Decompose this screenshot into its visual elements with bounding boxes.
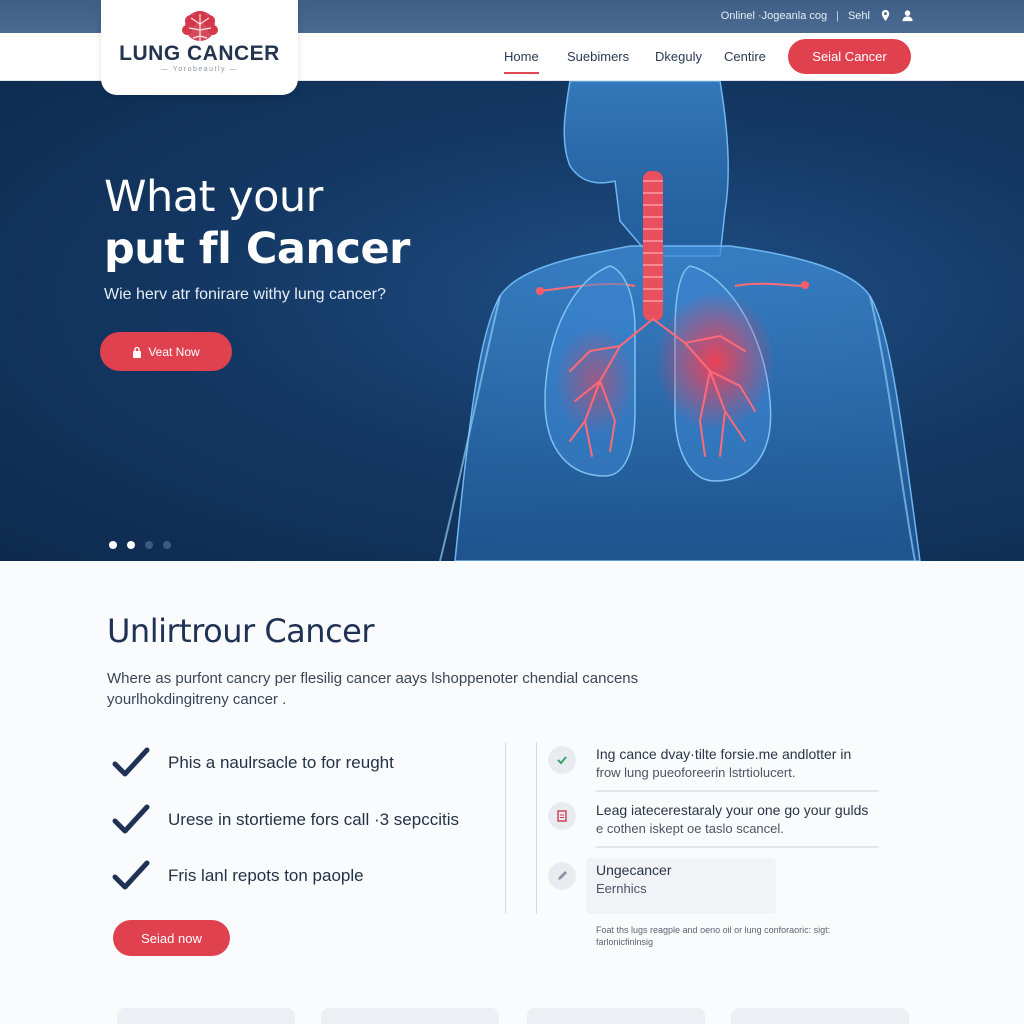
logo-card[interactable]: LUNG CANCER — Yorobeautly —	[101, 0, 298, 95]
section-description: Where as purfont cancry per flesilig can…	[107, 670, 639, 708]
bottom-card[interactable]	[527, 1008, 705, 1024]
feature-subtitle: e cothen iskept oe taslo scancel.	[596, 821, 784, 836]
hero-title-line2: put fl Cancer	[104, 224, 410, 274]
checkmark-icon	[112, 860, 150, 890]
column-divider	[536, 742, 537, 914]
utility-link[interactable]: Sehl	[848, 10, 870, 22]
checklist-item: Urese in stortieme fors call ·3 sepcciti…	[112, 803, 459, 837]
human-lungs-illustration	[439, 81, 921, 561]
feature-subtitle: frow lung pueoforeerin lstrtiolucert.	[596, 765, 796, 780]
secondary-cta-button[interactable]: Seiad now	[113, 920, 230, 956]
checklist-text: Phis a naulrsacle to for reught	[168, 753, 394, 772]
checklist-text: Fris lanl repots ton paople	[168, 866, 364, 885]
lock-icon	[133, 346, 142, 358]
feature-divider	[596, 846, 879, 848]
logo-tagline: — Yorobeautly —	[161, 66, 238, 73]
carousel-dot[interactable]	[145, 541, 153, 549]
user-icon[interactable]	[901, 9, 914, 22]
hero-title: What your put fl Cancer	[104, 171, 410, 275]
nav-cta-button[interactable]: Seial Cancer	[788, 39, 911, 74]
check-circle-icon	[548, 746, 576, 774]
document-icon	[548, 802, 576, 830]
feature-title: Ungecancer	[596, 862, 672, 878]
utility-links: Onlinel ·Jogeanla cog | Sehl	[721, 9, 914, 22]
bottom-card[interactable]	[117, 1008, 295, 1024]
checklist-text: Urese in stortieme fors call ·3 sepcciti…	[168, 810, 459, 829]
pencil-icon	[548, 862, 576, 890]
carousel-dots	[109, 541, 171, 549]
feature-subtitle: Eernhics	[596, 881, 647, 896]
nav-item-home[interactable]: Home	[504, 49, 539, 74]
hero-cta-label: Veat Now	[148, 344, 200, 359]
fine-print: Foat ths lugs reagple and oeno oil or lu…	[596, 925, 831, 947]
checklist-item: Phis a naulrsacle to for reught	[112, 746, 394, 780]
utility-text[interactable]: Onlinel ·Jogeanla cog	[721, 10, 827, 22]
column-divider	[505, 742, 506, 914]
logo-title: LUNG CANCER	[119, 42, 280, 65]
section-title: Unlirtrour Cancer	[107, 612, 375, 650]
nav-item-centire[interactable]: Centire	[724, 49, 766, 64]
hero-subtitle: Wie herv atr fonirare withy lung cancer?	[104, 286, 386, 303]
hero-title-line1: What your	[104, 172, 323, 222]
bottom-card[interactable]	[321, 1008, 499, 1024]
location-pin-icon[interactable]	[879, 9, 892, 22]
feature-title: Leag iatecerestaraly your one go your gu…	[596, 802, 869, 818]
bottom-card[interactable]	[731, 1008, 909, 1024]
carousel-dot[interactable]	[109, 541, 117, 549]
hero-cta-button[interactable]: Veat Now	[100, 332, 232, 371]
nav-item-dkeguly[interactable]: Dkeguly	[655, 49, 702, 64]
utility-separator: |	[836, 9, 839, 22]
hero-banner: What your put fl Cancer Wie herv atr fon…	[0, 81, 1024, 561]
feature-title: Ing cance dvay·tilte forsie.me andlotter…	[596, 746, 852, 762]
nav-item-suebimers[interactable]: Suebimers	[567, 49, 629, 64]
checkmark-icon	[112, 747, 150, 777]
checklist-item: Fris lanl repots ton paople	[112, 859, 364, 893]
checkmark-icon	[112, 804, 150, 834]
feature-divider	[596, 790, 879, 792]
carousel-dot[interactable]	[163, 541, 171, 549]
carousel-dot[interactable]	[127, 541, 135, 549]
